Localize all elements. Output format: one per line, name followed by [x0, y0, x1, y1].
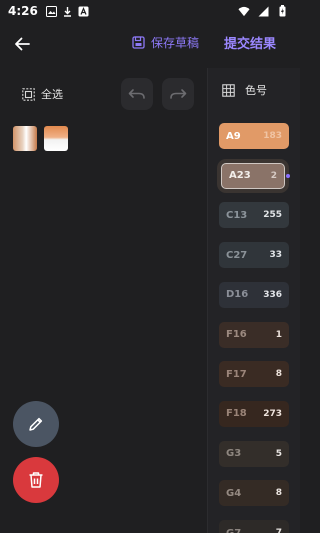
color-code-header: 色号 [222, 82, 267, 98]
chip-count: 33 [269, 250, 282, 261]
status-time: 4:26 [8, 4, 38, 18]
chip-code: F17 [226, 368, 247, 380]
delete-fab[interactable] [13, 457, 59, 503]
color-code-sidebar: 色号 A9 183 A23 2 C13 255 C27 33 D16 336 F16 1 F17 8 F18… [207, 68, 300, 533]
chip-code: D16 [226, 289, 249, 301]
save-draft-label: 保存草稿 [151, 36, 200, 50]
select-all-button[interactable]: 全选 [22, 86, 63, 102]
image-icon [46, 5, 58, 17]
color-chip-f18[interactable]: F18 273 [219, 400, 289, 427]
chip-count: 5 [275, 448, 282, 459]
chip-count: 273 [263, 408, 282, 419]
tool-row: 全选 [0, 78, 205, 110]
chip-code: C13 [226, 209, 248, 221]
chip-code: F16 [226, 329, 247, 340]
chip-count: 8 [275, 488, 282, 499]
chip-count: 1 [275, 329, 282, 340]
top-app-bar: 保存草稿 提交结果 [0, 28, 300, 60]
chip-count: 8 [275, 369, 282, 380]
grid-icon [222, 83, 235, 97]
image-thumbnail[interactable] [13, 126, 37, 151]
chip-count: 7 [275, 528, 282, 533]
chip-code: G7 [226, 527, 242, 533]
select-all-icon [22, 87, 35, 101]
chip-code: A23 [229, 170, 251, 182]
select-all-label: 全选 [41, 88, 63, 101]
color-chip-c13[interactable]: C13 255 [219, 202, 289, 229]
edit-fab[interactable] [13, 401, 59, 447]
thumbnail-strip [13, 126, 68, 151]
undo-icon [128, 89, 145, 99]
status-bar: 4:26 [0, 0, 300, 22]
undo-button[interactable] [121, 78, 153, 110]
color-chip-f16[interactable]: F16 1 [219, 321, 289, 348]
trash-icon [29, 472, 43, 488]
color-code-label: 色号 [245, 84, 267, 97]
redo-icon [170, 89, 187, 99]
back-button[interactable] [10, 32, 34, 56]
download-icon [62, 5, 74, 17]
app-a-icon [78, 5, 90, 17]
submit-results-button[interactable]: 提交结果 [224, 33, 276, 52]
signal-icon [257, 5, 269, 17]
color-chip-c27[interactable]: C27 33 [219, 242, 289, 269]
chip-code: G3 [226, 448, 242, 460]
chip-code: A9 [226, 130, 241, 142]
chip-code: F18 [226, 408, 247, 420]
selected-indicator-dot [286, 173, 290, 178]
chip-code: C27 [226, 249, 248, 261]
save-icon [132, 36, 145, 49]
color-chip-f17[interactable]: F17 8 [219, 361, 289, 388]
chip-count: 255 [263, 210, 282, 221]
pencil-icon [29, 417, 43, 431]
image-thumbnail[interactable] [44, 126, 68, 151]
save-draft-button[interactable]: 保存草稿 [132, 34, 199, 51]
redo-button[interactable] [162, 78, 194, 110]
color-chip-g7[interactable]: G7 7 [219, 520, 289, 533]
chip-count: 336 [263, 289, 282, 300]
wifi-icon [238, 5, 250, 17]
color-chip-a23[interactable]: A23 2 [221, 162, 285, 189]
arrow-left-icon [15, 37, 30, 51]
chip-code: G4 [226, 487, 242, 499]
chip-count: 183 [263, 131, 282, 141]
color-chip-a9[interactable]: A9 183 [219, 123, 289, 149]
chip-count: 2 [270, 170, 277, 181]
color-chip-g3[interactable]: G3 5 [219, 440, 289, 467]
color-chip-d16[interactable]: D16 336 [219, 281, 289, 308]
color-chip-g4[interactable]: G4 8 [219, 480, 289, 507]
battery-icon [276, 5, 288, 17]
